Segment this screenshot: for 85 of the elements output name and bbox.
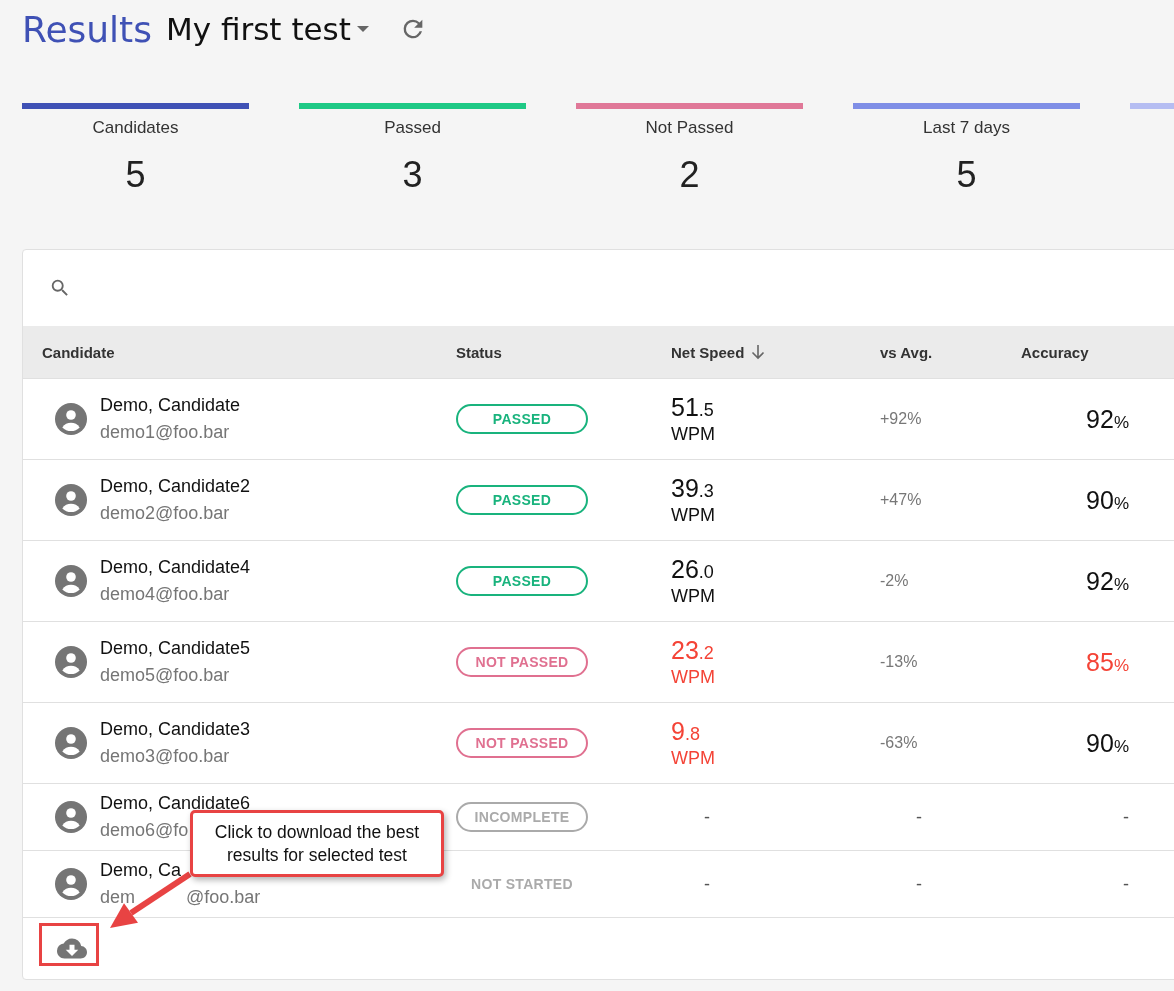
speed-value: 26 <box>671 555 699 583</box>
test-dropdown[interactable]: My first test <box>166 11 369 47</box>
candidate-email: demo1@foo.bar <box>100 422 230 443</box>
column-header[interactable]: Candidate <box>42 343 456 361</box>
stat-label: Last 7 days <box>923 118 1010 138</box>
candidate-email: demo4@foo.bar <box>100 584 230 605</box>
column-header[interactable]: Status <box>456 343 671 361</box>
stat-value: 3 <box>402 154 423 196</box>
status-label: NOT STARTED <box>471 876 573 892</box>
candidate-name: Demo, Candidate <box>100 395 241 416</box>
avatar-icon <box>55 801 87 833</box>
speed-decimal: .8 <box>684 724 700 744</box>
status-badge: PASSED <box>456 404 588 434</box>
search-icon[interactable] <box>49 277 71 299</box>
candidate-email: dem <box>100 887 135 908</box>
highlight-frame <box>39 923 99 966</box>
vs-average: - <box>916 806 922 828</box>
candidate-name: Demo, Ca <box>100 860 182 881</box>
vs-average: +92% <box>880 410 923 428</box>
callout-text: Click to download the best results for selected test <box>190 810 444 877</box>
caret-icon[interactable] <box>356 26 369 32</box>
stat-label: Passed <box>384 118 441 138</box>
speed-value: 39 <box>671 474 699 502</box>
candidate-name: Demo, Candidate3 <box>100 719 251 740</box>
status-badge: NOT PASSED <box>456 647 588 677</box>
accuracy-value: 90 <box>1086 485 1114 515</box>
status-badge: PASSED <box>456 485 588 515</box>
speed-decimal: .3 <box>698 481 714 501</box>
candidate-email: demo3@foo.bar <box>100 746 230 767</box>
accuracy-unit: % <box>1113 655 1129 676</box>
vs-average: -13% <box>880 653 919 671</box>
candidate-name: Demo, Candidate2 <box>100 476 251 497</box>
stat-value: 5 <box>956 154 977 196</box>
page-title: Results <box>22 8 152 50</box>
vs-average: - <box>916 873 922 895</box>
accuracy-value: - <box>1123 806 1129 828</box>
avatar-icon <box>55 868 87 900</box>
stat-label: Candidates <box>92 118 179 138</box>
speed-value: - <box>704 806 710 828</box>
avatar-icon <box>55 403 87 435</box>
avatar-icon <box>55 565 87 597</box>
status-badge: NOT PASSED <box>456 728 588 758</box>
speed-decimal: .0 <box>698 562 714 582</box>
candidate-email: @foo.bar <box>186 887 261 908</box>
accuracy-value: 92 <box>1086 566 1114 596</box>
accuracy-value: 90 <box>1086 728 1114 758</box>
stat-value: 5 <box>125 154 146 196</box>
vs-average: -63% <box>880 734 919 752</box>
speed-decimal: .5 <box>698 400 714 420</box>
stat-value: 2 <box>679 154 700 196</box>
stat-label: Not Passed <box>645 118 734 138</box>
avatar-icon <box>55 727 87 759</box>
accuracy-unit: % <box>1113 574 1129 595</box>
column-header[interactable]: Net Speed <box>671 343 880 361</box>
status-badge: INCOMPLETE <box>456 802 588 832</box>
speed-unit: WPM <box>671 667 716 688</box>
speed-value: 23 <box>671 636 699 664</box>
speed-unit: WPM <box>671 586 716 607</box>
cloud-download-icon[interactable] <box>57 937 87 960</box>
arrow-down-icon[interactable] <box>750 344 767 360</box>
accuracy-unit: % <box>1113 736 1129 757</box>
candidate-name: Demo, Candidate5 <box>100 638 251 659</box>
accuracy-unit: % <box>1113 412 1129 433</box>
candidate-name: Demo, Candidate4 <box>100 557 251 578</box>
vs-average: -2% <box>880 572 910 590</box>
avatar-icon <box>55 484 87 516</box>
speed-unit: WPM <box>671 424 716 445</box>
speed-unit: WPM <box>671 505 716 526</box>
accuracy-value: - <box>1123 873 1129 895</box>
speed-value: - <box>704 873 710 895</box>
candidate-email: demo2@foo.bar <box>100 503 230 524</box>
column-header[interactable]: vs Avg. <box>880 343 1021 361</box>
speed-unit: WPM <box>671 748 716 769</box>
speed-decimal: .2 <box>698 643 714 663</box>
accuracy-unit: % <box>1113 493 1129 514</box>
vs-average: +47% <box>880 491 923 509</box>
column-header[interactable]: Accuracy <box>1021 343 1129 361</box>
candidate-email: demo5@foo.bar <box>100 665 230 686</box>
speed-value: 9 <box>671 717 685 745</box>
candidate-email: demo6@fo <box>100 820 189 841</box>
status-badge: PASSED <box>456 566 588 596</box>
accuracy-value: 85 <box>1086 647 1114 677</box>
avatar-icon <box>55 646 87 678</box>
accuracy-value: 92 <box>1086 404 1114 434</box>
speed-value: 51 <box>671 393 699 421</box>
